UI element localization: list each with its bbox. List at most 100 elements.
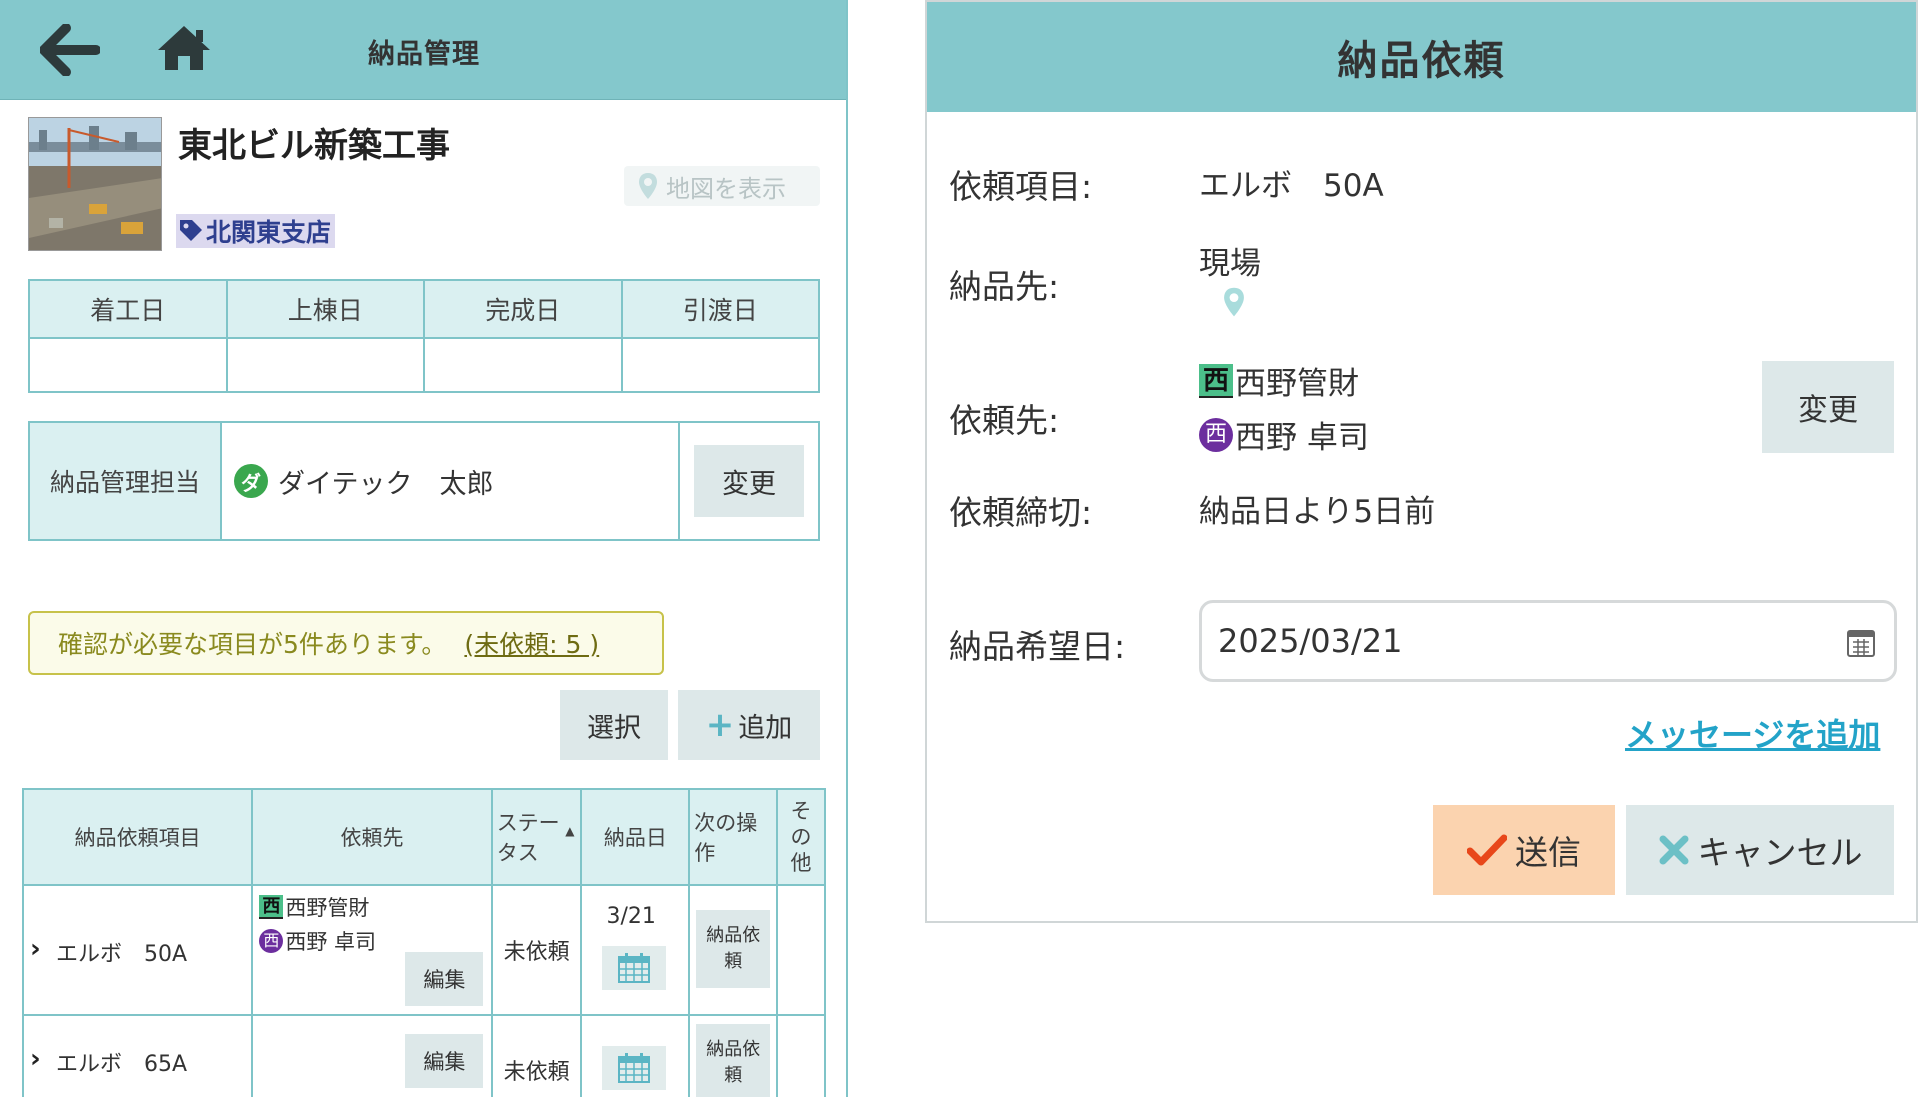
desired-date-label: 納品希望日: — [949, 627, 1126, 666]
delivery-request-table: 納品依頼項目 依頼先 ステー タス ▲ 納品日 次の操 作 そ の 他 › エル… — [21, 788, 826, 1097]
table-row[interactable]: › エルボ 65A 編集 未依頼 納品依 頼 — [21, 1014, 826, 1097]
other-cell — [776, 884, 826, 1016]
next-action-cell: 納品依 頼 — [688, 884, 779, 1016]
chevron-right-icon: › — [30, 934, 41, 964]
edit-button[interactable]: 編集 — [405, 952, 484, 1006]
request-delivery-line1: 納品依 — [706, 925, 761, 946]
company-badge: 西 — [1199, 363, 1233, 398]
item-name: エルボ 50A — [56, 942, 188, 967]
request-delivery-button[interactable]: 納品依 頼 — [696, 1024, 771, 1097]
status-cell: 未依頼 — [490, 1014, 583, 1097]
vendor-cell: 西 西野管財 西 西野 卓司 編集 — [251, 884, 493, 1016]
send-label: 送信 — [1515, 833, 1581, 872]
delivery-date: 3/21 — [606, 904, 656, 929]
tag-icon — [180, 220, 202, 241]
unrequested-link[interactable]: (未依頼: 5 ) — [464, 625, 599, 661]
status-header-line2: タス — [496, 841, 539, 865]
show-map-label: 地図を表示 — [666, 174, 786, 203]
calendar-icon — [618, 1053, 651, 1083]
other-header-line3: 他 — [790, 851, 812, 875]
person-badge: 西 — [1199, 417, 1233, 452]
checkmark-icon — [1467, 834, 1507, 866]
request-delivery-line2: 頼 — [724, 951, 743, 972]
chevron-right-icon: › — [30, 1044, 41, 1074]
delivery-management-panel: 納品管理 東北ビル新築工事 地図を表示 北関東支店 着工日 上棟日 完成日 引渡… — [0, 0, 848, 1097]
add-message-link[interactable]: メッセージを追加 — [1625, 710, 1880, 756]
start-date-header: 着工日 — [28, 279, 228, 339]
completion-date-header: 完成日 — [423, 279, 623, 339]
edit-button[interactable]: 編集 — [405, 1034, 484, 1088]
table-row[interactable]: › エルボ 50A 西 西野管財 西 西野 卓司 編集 未依頼 3/21 納品依… — [21, 884, 826, 1016]
map-pin-icon — [639, 173, 657, 199]
cancel-label: キャンセル — [1697, 833, 1863, 872]
attention-alert: 確認が必要な項目が5件あります。 (未依頼: 5 ) — [28, 611, 664, 675]
vendor-company: 西 西野管財 — [259, 892, 369, 922]
completion-date-value — [423, 337, 623, 393]
home-icon[interactable] — [156, 24, 212, 72]
framing-date-value — [225, 337, 425, 393]
handover-date-header: 引渡日 — [620, 279, 820, 339]
delivery-manager-row: 納品管理担当 ダ ダイテック 太郎 変更 — [28, 421, 820, 541]
calendar-icon — [618, 953, 651, 983]
close-icon — [1659, 835, 1688, 865]
delivery-manager-label: 納品管理担当 — [30, 423, 222, 539]
dialog-title: 納品依頼 — [927, 2, 1916, 112]
map-pin-icon[interactable] — [1223, 286, 1245, 318]
col-status-header[interactable]: ステー タス ▲ — [490, 788, 583, 886]
destination-value: 現場 — [1199, 246, 1261, 282]
change-vendor-button[interactable]: 変更 — [1762, 361, 1894, 453]
branch-name: 北関東支店 — [206, 218, 332, 247]
next-action-cell: 納品依 頼 — [688, 1014, 779, 1097]
vendor-cell: 編集 — [251, 1014, 493, 1097]
item-value: エルボ 50A — [1199, 168, 1384, 204]
branch-tag: 北関東支店 — [176, 214, 336, 248]
milestone-dates-table: 着工日 上棟日 完成日 引渡日 — [28, 279, 820, 393]
next-header-line2: 作 — [694, 841, 716, 865]
project-name: 東北ビル新築工事 — [178, 126, 450, 166]
calendar-button[interactable] — [602, 1046, 667, 1090]
vendor-company-name: 西野管財 — [1235, 366, 1359, 402]
col-date-header: 納品日 — [580, 788, 691, 886]
vendor-person-name: 西野 卓司 — [285, 930, 377, 954]
alert-text: 確認が必要な項目が5件あります。 — [58, 630, 447, 659]
show-map-button[interactable]: 地図を表示 — [624, 166, 820, 206]
delivery-manager-value: ダ ダイテック 太郎 — [222, 423, 680, 539]
back-arrow-icon[interactable] — [40, 24, 100, 76]
item-label: 依頼項目: — [949, 167, 1093, 206]
item-cell[interactable]: › エルボ 65A — [21, 1014, 254, 1097]
calendar-button[interactable] — [602, 946, 667, 990]
delivery-request-dialog: 納品依頼 依頼項目: エルボ 50A 納品先: 現場 依頼先: 西 西野管財 西… — [925, 0, 1918, 923]
avatar: ダ — [234, 464, 268, 498]
vendor-company-name: 西野管財 — [285, 896, 370, 920]
request-delivery-button[interactable]: 納品依 頼 — [696, 910, 771, 988]
manager-change-wrap: 変更 — [680, 423, 818, 539]
top-bar: 納品管理 — [0, 0, 846, 100]
add-button[interactable]: + 追加 — [678, 690, 820, 760]
vendor-company: 西 西野管財 — [1199, 358, 1359, 403]
project-photo — [28, 117, 162, 251]
other-header-line2: の — [790, 825, 812, 849]
desired-date-value: 2025/03/21 — [1218, 622, 1403, 660]
framing-date-header: 上棟日 — [225, 279, 425, 339]
date-cell: 3/21 — [580, 884, 691, 1016]
destination-label: 納品先: — [949, 267, 1060, 306]
start-date-value — [28, 337, 228, 393]
add-label: 追加 — [738, 712, 793, 744]
next-header-line1: 次の操 — [694, 811, 758, 835]
plus-icon: + — [705, 705, 735, 745]
send-button[interactable]: 送信 — [1433, 805, 1615, 895]
item-cell[interactable]: › エルボ 50A — [21, 884, 254, 1016]
manager-name: ダイテック 太郎 — [278, 468, 494, 500]
person-badge: 西 — [259, 929, 284, 953]
desired-date-input[interactable]: 2025/03/21 — [1199, 600, 1897, 682]
calendar-icon[interactable] — [1846, 628, 1876, 658]
item-name: エルボ 65A — [56, 1052, 188, 1077]
deadline-label: 依頼締切: — [949, 493, 1093, 532]
vendor-person: 西 西野 卓司 — [259, 926, 376, 956]
cancel-button[interactable]: キャンセル — [1626, 805, 1894, 895]
company-badge: 西 — [259, 895, 284, 919]
change-manager-button[interactable]: 変更 — [694, 445, 804, 517]
request-delivery-line1: 納品依 — [706, 1039, 761, 1060]
select-button[interactable]: 選択 — [560, 690, 668, 760]
status-cell: 未依頼 — [490, 884, 583, 1016]
